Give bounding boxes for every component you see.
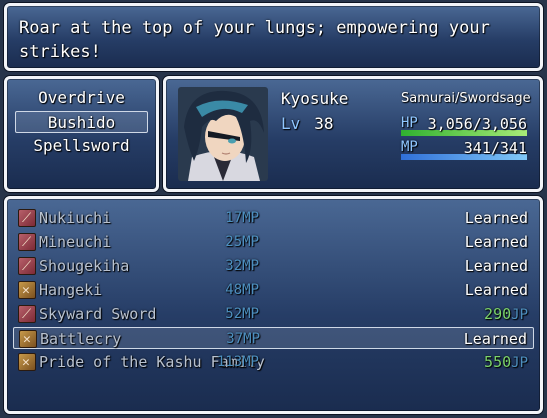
actor-level: Lv 38 — [281, 114, 334, 133]
skill-status: 290JP — [484, 303, 528, 326]
skill-cost: 113MP — [216, 354, 259, 370]
skill-name: Mineuchi — [39, 233, 112, 251]
slash-icon: ⟋ — [18, 209, 36, 227]
skill-cost: 32MP — [225, 258, 259, 274]
mp-gauge: MP 341/341 — [401, 139, 527, 160]
skill-name: Hangeki — [39, 281, 103, 299]
slash-icon: ⟋ — [18, 233, 36, 251]
skill-row[interactable]: ⟋ Shougekiha 32MP Learned — [13, 255, 534, 277]
skill-name: Battlecry — [40, 330, 122, 348]
skill-row[interactable]: ⟋ Skyward Sword 52MP 290JP — [13, 303, 534, 325]
counter-icon: ✕ — [18, 281, 36, 299]
mp-label: MP — [401, 139, 418, 155]
skill-status: Learned — [464, 257, 528, 275]
skill-type-window: Overdrive Bushido Spellsword — [4, 76, 159, 192]
actor-portrait — [178, 87, 268, 181]
hp-value: 3,056/3,056 — [427, 115, 527, 133]
skill-status: Learned — [464, 209, 528, 227]
level-value: 38 — [314, 114, 334, 133]
counter-icon: ✕ — [19, 330, 37, 348]
jp-cost-value: 550 — [484, 353, 512, 371]
slash-icon: ⟋ — [18, 305, 36, 323]
skill-name: Shougekiha — [39, 257, 130, 275]
skill-row[interactable]: ✕ Pride of the Kashu Family 113MP 550JP — [13, 351, 534, 373]
actor-name: Kyosuke — [281, 89, 349, 108]
skill-status: Learned — [463, 330, 527, 348]
skill-type-overdrive[interactable]: Overdrive — [15, 87, 148, 109]
help-text: Roar at the top of your lungs; empowerin… — [19, 18, 490, 62]
counter-icon: ✕ — [18, 353, 36, 371]
jp-cost-value: 290 — [484, 305, 512, 323]
skill-status: 550JP — [484, 351, 528, 374]
jp-unit: JP — [511, 355, 528, 371]
skill-type-spellsword[interactable]: Spellsword — [15, 135, 148, 157]
actor-status-window: Kyosuke Lv 38 Samurai/Swordsage HP 3,056/… — [163, 76, 543, 192]
skill-row[interactable]: ✕ Hangeki 48MP Learned — [13, 279, 534, 301]
skill-row[interactable]: ⟋ Mineuchi 25MP Learned — [13, 231, 534, 253]
skill-cost: 37MP — [226, 331, 260, 347]
actor-class: Samurai/Swordsage — [401, 91, 531, 106]
skill-cost: 25MP — [225, 234, 259, 250]
slash-icon: ⟋ — [18, 257, 36, 275]
skill-cost: 17MP — [225, 210, 259, 226]
skill-row[interactable]: ⟋ Nukiuchi 17MP Learned — [13, 207, 534, 229]
level-label: Lv — [281, 114, 301, 133]
skill-type-bushido[interactable]: Bushido — [15, 111, 148, 133]
skill-name: Skyward Sword — [39, 305, 157, 323]
help-window: Roar at the top of your lungs; empowerin… — [4, 3, 543, 71]
hp-label: HP — [401, 115, 418, 131]
mp-value: 341/341 — [463, 139, 527, 157]
hp-gauge: HP 3,056/3,056 — [401, 115, 527, 136]
jp-unit: JP — [511, 307, 528, 323]
skill-status: Learned — [464, 281, 528, 299]
skill-name: Nukiuchi — [39, 209, 112, 227]
skill-cost: 48MP — [225, 282, 259, 298]
skill-cost: 52MP — [225, 306, 259, 322]
skill-status: Learned — [464, 233, 528, 251]
skill-list-window: ⟋ Nukiuchi 17MP Learned ⟋ Mineuchi 25MP Learned… — [4, 196, 543, 414]
skill-row[interactable]: ✕ Battlecry 37MP Learned — [13, 327, 534, 349]
